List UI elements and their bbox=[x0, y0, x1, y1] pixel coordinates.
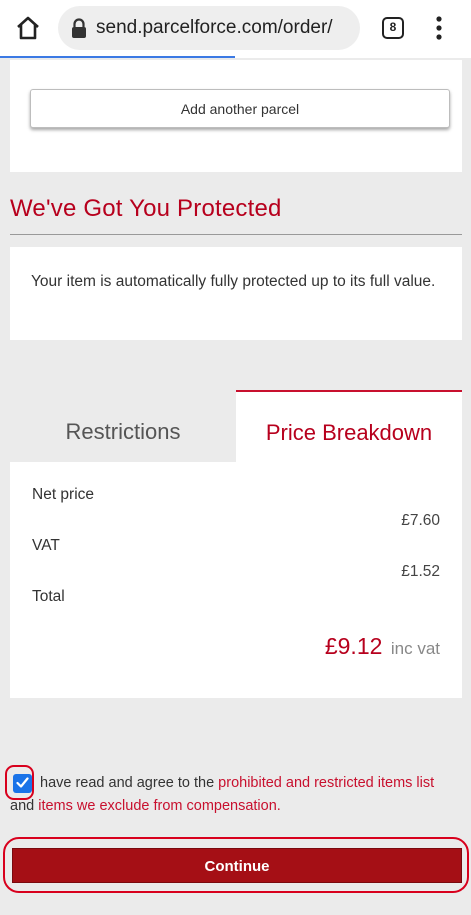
home-icon[interactable] bbox=[14, 14, 42, 42]
prohibited-items-link[interactable]: prohibited and restricted items list bbox=[218, 775, 434, 791]
excluded-items-link[interactable]: items we exclude from compensation. bbox=[38, 798, 281, 814]
continue-button[interactable]: Continue bbox=[12, 848, 462, 883]
vat-value: £1.52 bbox=[401, 563, 440, 580]
address-bar[interactable]: send.parcelforce.com/order/ bbox=[58, 6, 360, 50]
check-icon bbox=[16, 777, 29, 788]
net-price-value: £7.60 bbox=[401, 512, 440, 529]
kebab-menu-icon[interactable] bbox=[434, 14, 444, 42]
total-value: £9.12 bbox=[324, 633, 383, 659]
protection-heading: We've Got You Protected bbox=[10, 195, 282, 222]
agreement-text-second-line: and items we exclude from compensation. bbox=[10, 795, 462, 818]
vat-label: VAT bbox=[32, 537, 60, 554]
agreement-text-and: and bbox=[10, 798, 35, 814]
browser-toolbar: send.parcelforce.com/order/ 8 bbox=[0, 0, 471, 58]
address-bar-url: send.parcelforce.com/order/ bbox=[96, 17, 333, 38]
lock-icon bbox=[72, 18, 86, 38]
agree-checkbox[interactable] bbox=[13, 774, 32, 793]
agreement-text: have read and agree to the prohibited an… bbox=[10, 772, 462, 795]
net-price-label: Net price bbox=[32, 486, 95, 503]
price-breakdown-panel: Net price £7.60 VAT £1.52 Total £9.12 in… bbox=[10, 462, 462, 698]
total-suffix: inc vat bbox=[390, 639, 440, 658]
tab-restrictions[interactable]: Restrictions bbox=[10, 390, 236, 462]
info-tabs: Restrictions Price Breakdown bbox=[10, 390, 462, 462]
section-divider bbox=[10, 234, 462, 235]
total-label: Total bbox=[32, 588, 65, 605]
tab-price-breakdown[interactable]: Price Breakdown bbox=[236, 390, 462, 462]
agreement-text-before: have read and agree to the bbox=[40, 775, 215, 791]
parcel-panel: Add another parcel bbox=[10, 60, 462, 172]
total-row: £9.12 inc vat bbox=[325, 633, 440, 660]
add-another-parcel-button[interactable]: Add another parcel bbox=[30, 89, 450, 128]
terms-agreement: have read and agree to the prohibited an… bbox=[5, 765, 462, 818]
tab-switcher-icon[interactable]: 8 bbox=[382, 17, 404, 39]
page-load-progress bbox=[0, 56, 235, 58]
protection-panel: Your item is automatically fully protect… bbox=[10, 247, 462, 340]
protection-message: Your item is automatically fully protect… bbox=[31, 273, 436, 290]
